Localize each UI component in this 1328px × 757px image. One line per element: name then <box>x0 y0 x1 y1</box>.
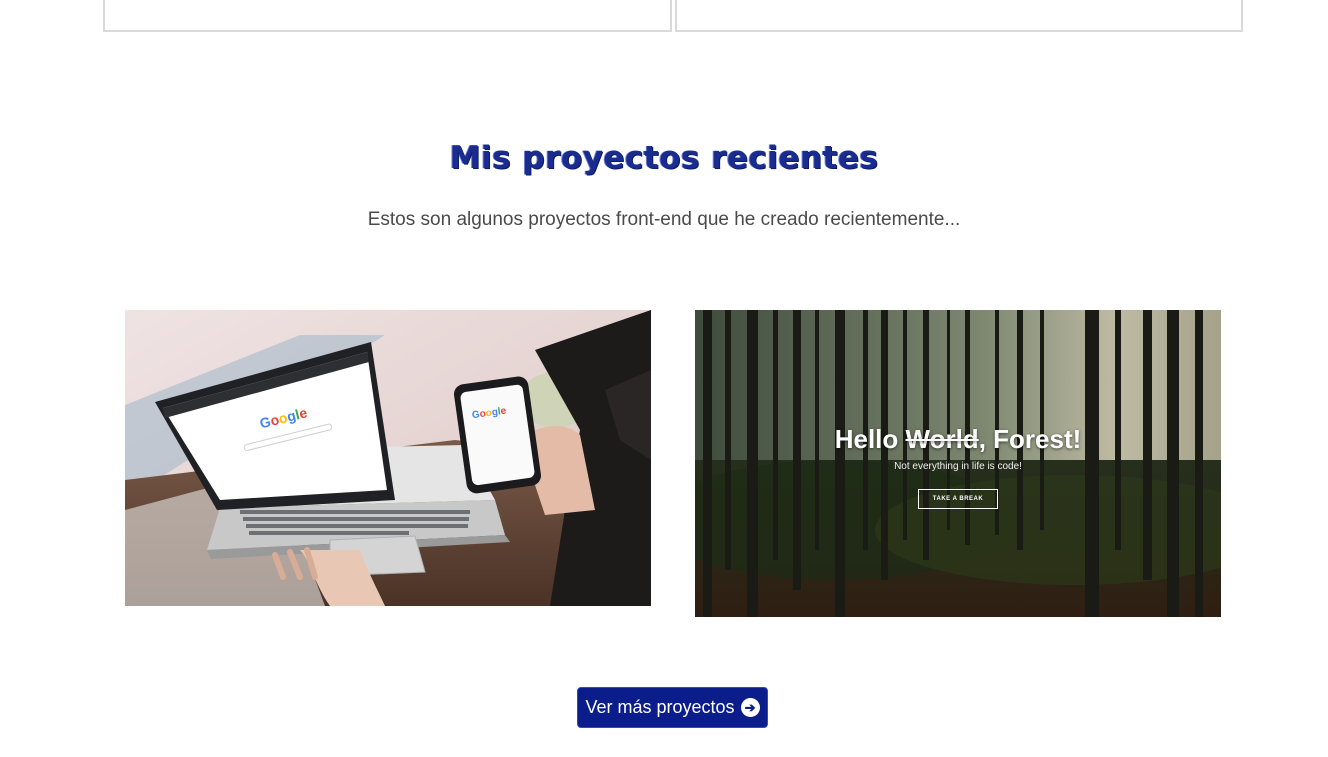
section-title: Mis proyectos recientes <box>449 140 879 176</box>
project-thumbnail-google-clone[interactable]: Google Google <box>125 310 651 606</box>
laptop-google-search-image: Google Google <box>125 310 651 606</box>
project-thumbnail-forest-landing[interactable]: Hello World, Forest! Not everything in l… <box>695 310 1221 617</box>
hero-tagline: Not everything in life is code! <box>894 461 1022 472</box>
hero-heading: Hello World, Forest! <box>835 424 1082 455</box>
take-a-break-button[interactable]: TAKE A BREAK <box>917 489 999 509</box>
heading-suffix: , Forest! <box>978 424 1082 454</box>
heading-prefix: Hello <box>834 424 906 454</box>
heading-strikethrough: World <box>905 424 979 454</box>
previous-section-cards <box>103 0 1243 32</box>
hero-overlay: Hello World, Forest! Not everything in l… <box>695 310 1221 617</box>
more-projects-button[interactable]: Ver más proyectos ➔ <box>577 687 768 728</box>
more-projects-label: Ver más proyectos <box>585 697 735 717</box>
arrow-right-circle-icon: ➔ <box>740 698 760 717</box>
card-left <box>103 0 672 32</box>
card-right <box>674 0 1243 32</box>
section-subtitle: Estos son algunos proyectos front-end qu… <box>367 209 961 230</box>
